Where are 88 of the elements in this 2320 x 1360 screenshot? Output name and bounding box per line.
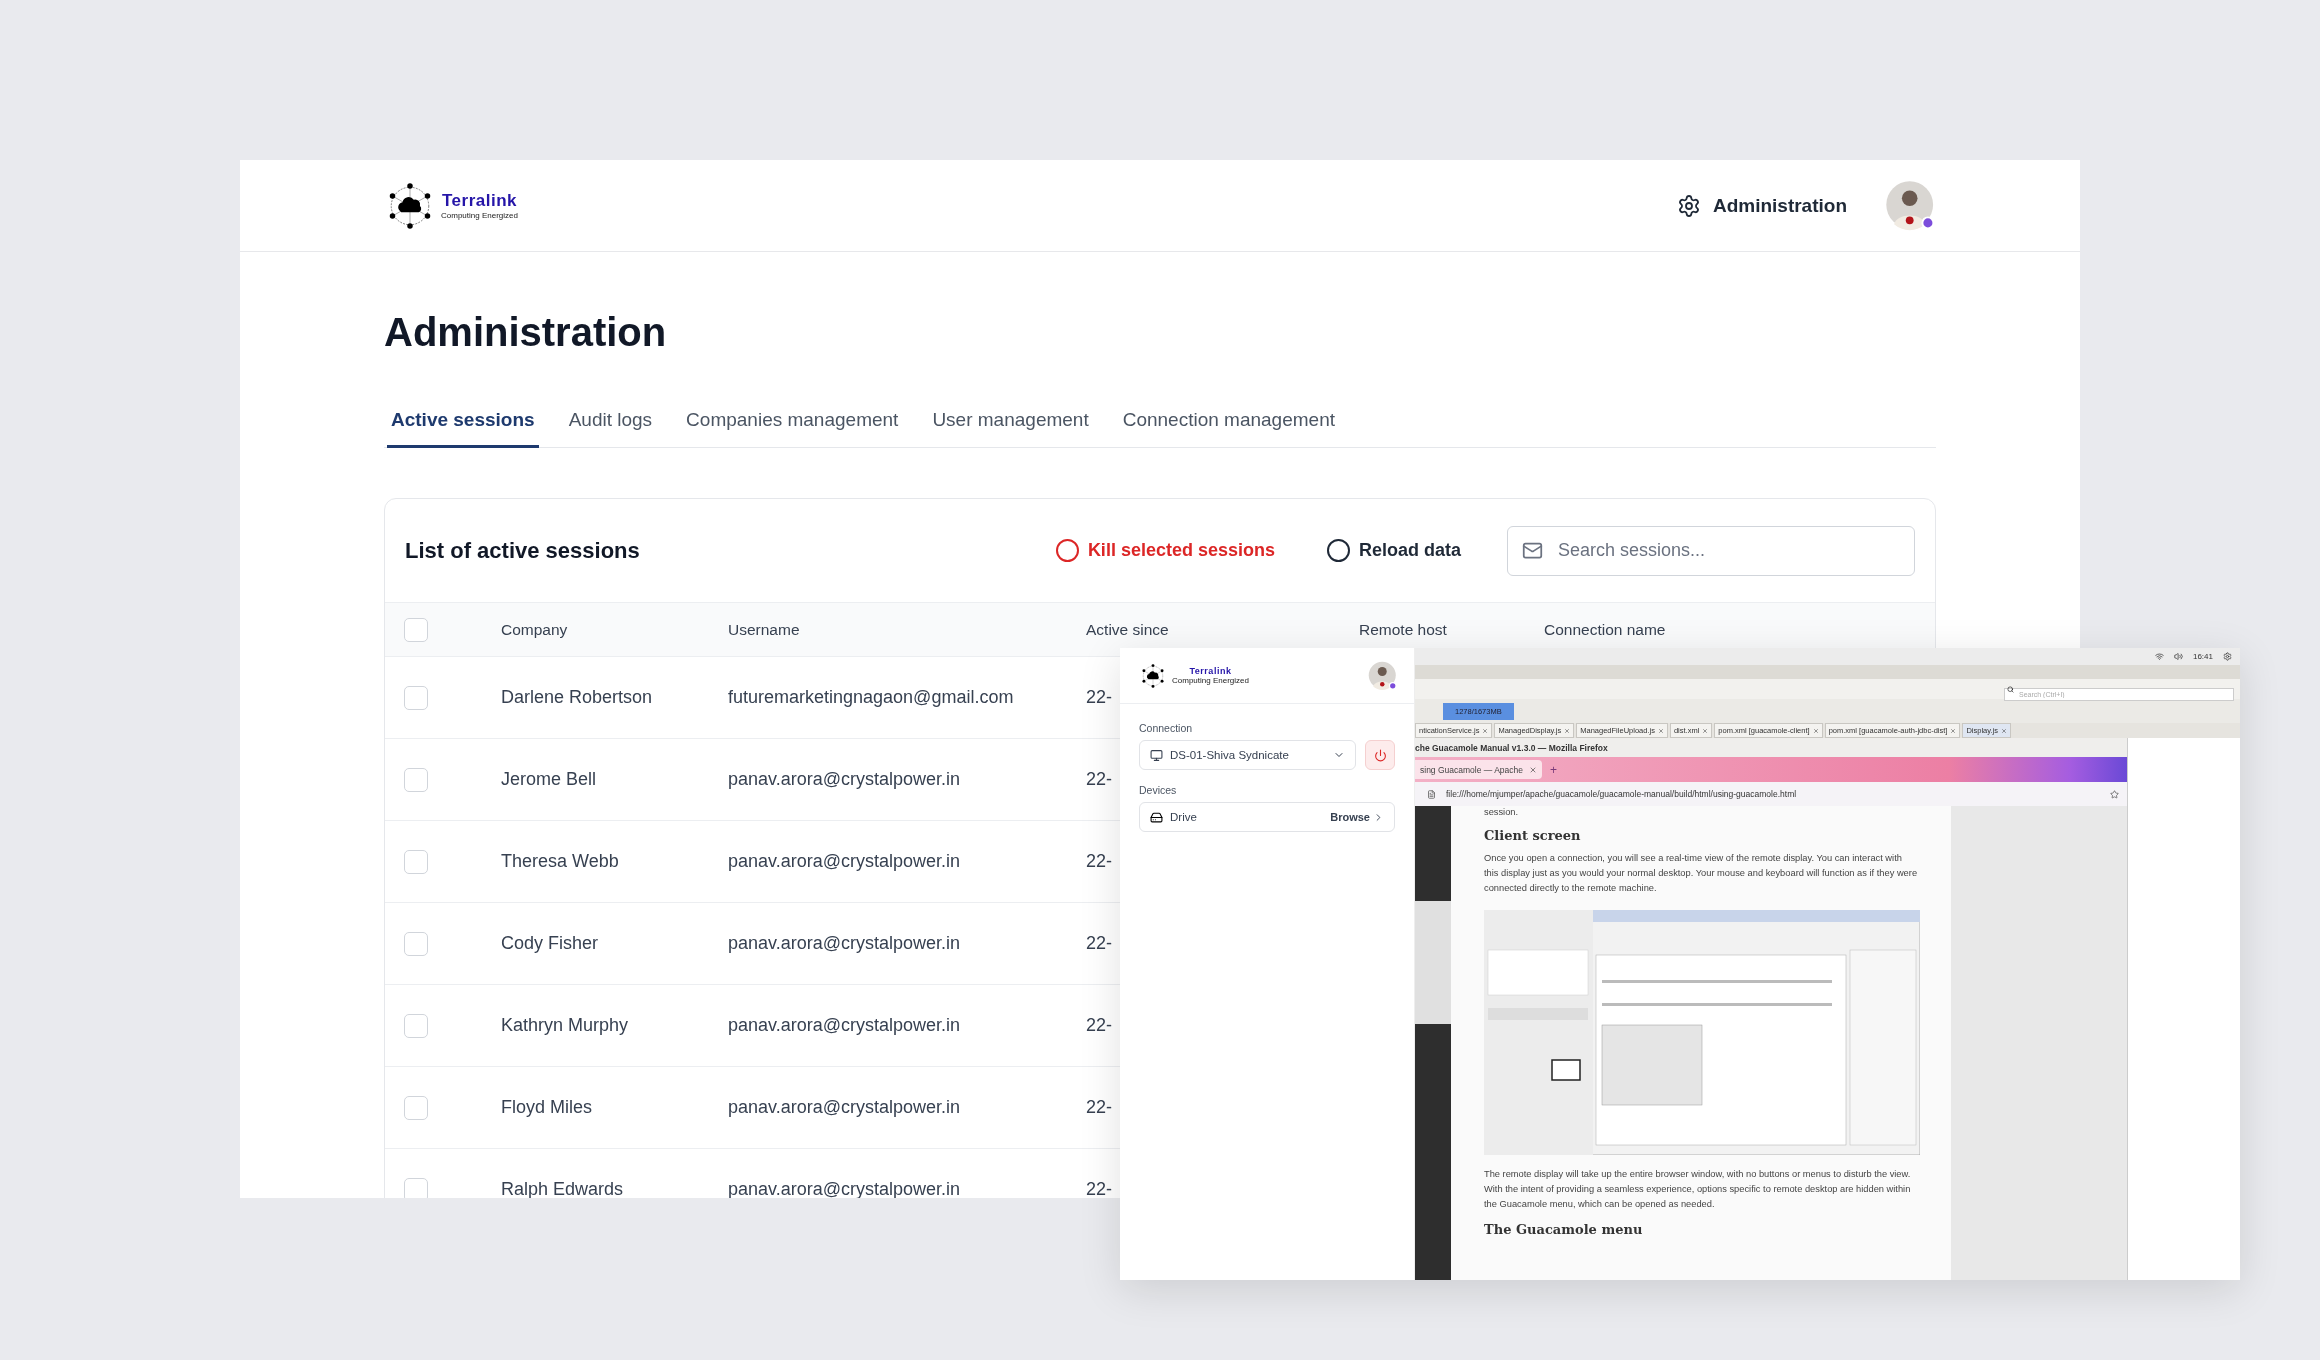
table-cell: panav.arora@crystalpower.in bbox=[728, 769, 961, 790]
checkbox[interactable] bbox=[404, 931, 428, 956]
close-icon bbox=[1482, 727, 1489, 734]
tab[interactable]: User management bbox=[928, 409, 1093, 448]
clock: 16:41 bbox=[2192, 652, 2213, 661]
table-cell: panav.arora@crystalpower.in bbox=[728, 933, 961, 954]
power-icon bbox=[1373, 748, 1387, 762]
close-icon bbox=[1950, 727, 1957, 734]
column-header: Remote host bbox=[1359, 620, 1447, 639]
paragraph: The remote display will take up the entire browser window, with no buttons or menus to disturb the view. With the intent of providing a seamless experience, options specific to remote desktop are hidden within the Guacamole menu, which can be opened as needed. bbox=[1484, 1168, 1912, 1211]
address-bar[interactable]: file:///home/mjumper/apache/guacamole/guacamole-manual/build/html/using-guacamole.html bbox=[1415, 782, 2127, 806]
column-header: Company bbox=[501, 620, 568, 639]
section-heading: Client screen bbox=[1484, 828, 1582, 843]
tab[interactable]: Audit logs bbox=[564, 409, 657, 448]
checkbox[interactable] bbox=[404, 1177, 428, 1198]
section-heading: The Guacamole menu bbox=[1484, 1222, 1644, 1237]
table-cell: Kathryn Murphy bbox=[501, 1015, 629, 1036]
column-header: Active since bbox=[1086, 620, 1169, 639]
table-cell: futuremarketingnagaon@gmail.com bbox=[728, 687, 1014, 708]
drive-icon bbox=[1150, 810, 1163, 824]
paragraph: session. bbox=[1484, 806, 1520, 818]
avatar[interactable] bbox=[1368, 660, 1398, 691]
star-icon bbox=[2110, 789, 2119, 799]
table-cell: panav.arora@crystalpower.in bbox=[728, 851, 961, 872]
table-cell: 22- bbox=[1086, 1015, 1112, 1036]
close-icon bbox=[1812, 727, 1819, 734]
table-cell: 22- bbox=[1086, 769, 1112, 790]
column-header: Connection name bbox=[1544, 620, 1666, 639]
close-icon bbox=[1529, 765, 1537, 774]
table-cell: Ralph Edwards bbox=[501, 1179, 624, 1198]
search-field[interactable]: Search sessions... bbox=[1507, 525, 1915, 576]
browse-link[interactable]: Browse bbox=[1330, 811, 1384, 823]
brand-name: Terralink bbox=[1189, 666, 1232, 676]
window-title: che Guacamole Manual v1.3.0 — Mozilla Firefox bbox=[1415, 742, 1608, 753]
table-cell: 22- bbox=[1086, 687, 1112, 708]
checkbox[interactable] bbox=[404, 685, 428, 710]
checkbox[interactable] bbox=[404, 767, 428, 792]
circle-icon bbox=[1055, 539, 1079, 562]
close-icon bbox=[1564, 727, 1571, 734]
close-icon bbox=[1657, 727, 1664, 734]
connection-select[interactable]: DS-01-Shiva Sydnicate bbox=[1139, 740, 1356, 770]
tab[interactable]: Connection management bbox=[1118, 409, 1339, 448]
page-title: Administration bbox=[384, 310, 668, 355]
wifi-icon bbox=[2154, 652, 2164, 661]
card-title: List of active sessions bbox=[405, 537, 641, 564]
logo-icon bbox=[1140, 662, 1166, 689]
field-label: Devices bbox=[1139, 784, 1178, 796]
table-cell: 22- bbox=[1086, 933, 1112, 954]
table-cell: 22- bbox=[1086, 1097, 1112, 1118]
close-icon bbox=[2001, 727, 2007, 734]
settings-icon bbox=[2223, 652, 2232, 661]
volume-icon bbox=[2173, 652, 2183, 661]
device-name: Drive bbox=[1170, 811, 1197, 823]
circle-icon bbox=[1326, 539, 1350, 562]
table-cell: panav.arora@crystalpower.in bbox=[728, 1097, 961, 1118]
reload-button[interactable]: Reload data bbox=[1320, 538, 1467, 563]
kill-sessions-button[interactable]: Kill selected sessions bbox=[1049, 538, 1281, 563]
field-label: Connection bbox=[1139, 722, 1194, 734]
table-cell: Darlene Robertson bbox=[501, 687, 653, 708]
paragraph: Once you open a connection, you will see a real-time view of the remote display. You can interact with this display just as you would your normal desktop. Your mouse and keyboard will function as if they were connected directly to the remote machine. bbox=[1484, 852, 1918, 895]
checkbox[interactable] bbox=[404, 1013, 428, 1038]
table-cell: Theresa Webb bbox=[501, 851, 619, 872]
table-cell: panav.arora@crystalpower.in bbox=[728, 1179, 961, 1198]
checkbox[interactable] bbox=[404, 617, 428, 642]
table-cell: 22- bbox=[1086, 851, 1112, 872]
tab[interactable]: Companies management bbox=[682, 409, 903, 448]
brand-tagline: Computing Energized bbox=[441, 211, 518, 220]
new-tab-button[interactable]: + bbox=[1550, 762, 1558, 777]
table-cell: 22- bbox=[1086, 1179, 1112, 1198]
checkbox[interactable] bbox=[404, 849, 428, 874]
table-cell: Floyd Miles bbox=[501, 1097, 593, 1118]
checkbox[interactable] bbox=[404, 1095, 428, 1120]
column-header: Username bbox=[728, 620, 800, 639]
table-cell: panav.arora@crystalpower.in bbox=[728, 1015, 961, 1036]
settings-icon bbox=[1676, 193, 1701, 218]
tab[interactable]: Active sessions bbox=[387, 409, 539, 448]
close-icon bbox=[1702, 727, 1709, 734]
file-icon bbox=[1427, 789, 1436, 799]
administration-link[interactable]: Administration bbox=[1676, 193, 1847, 218]
table-cell: Cody Fisher bbox=[501, 933, 599, 954]
browser-tab[interactable]: sing Guacamole — Apache bbox=[1415, 760, 1542, 779]
brand-tagline: Computing Energized bbox=[1172, 676, 1249, 685]
monitor-icon bbox=[1150, 748, 1163, 762]
disconnect-button[interactable] bbox=[1365, 740, 1395, 770]
brand-name: Terralink bbox=[441, 191, 517, 211]
table-cell: Jerome Bell bbox=[501, 769, 597, 790]
search-icon bbox=[2007, 685, 2014, 693]
url-field[interactable]: file:///home/mjumper/apache/guacamole/guacamole-manual/build/html/using-guacamole.html bbox=[1444, 788, 2102, 800]
